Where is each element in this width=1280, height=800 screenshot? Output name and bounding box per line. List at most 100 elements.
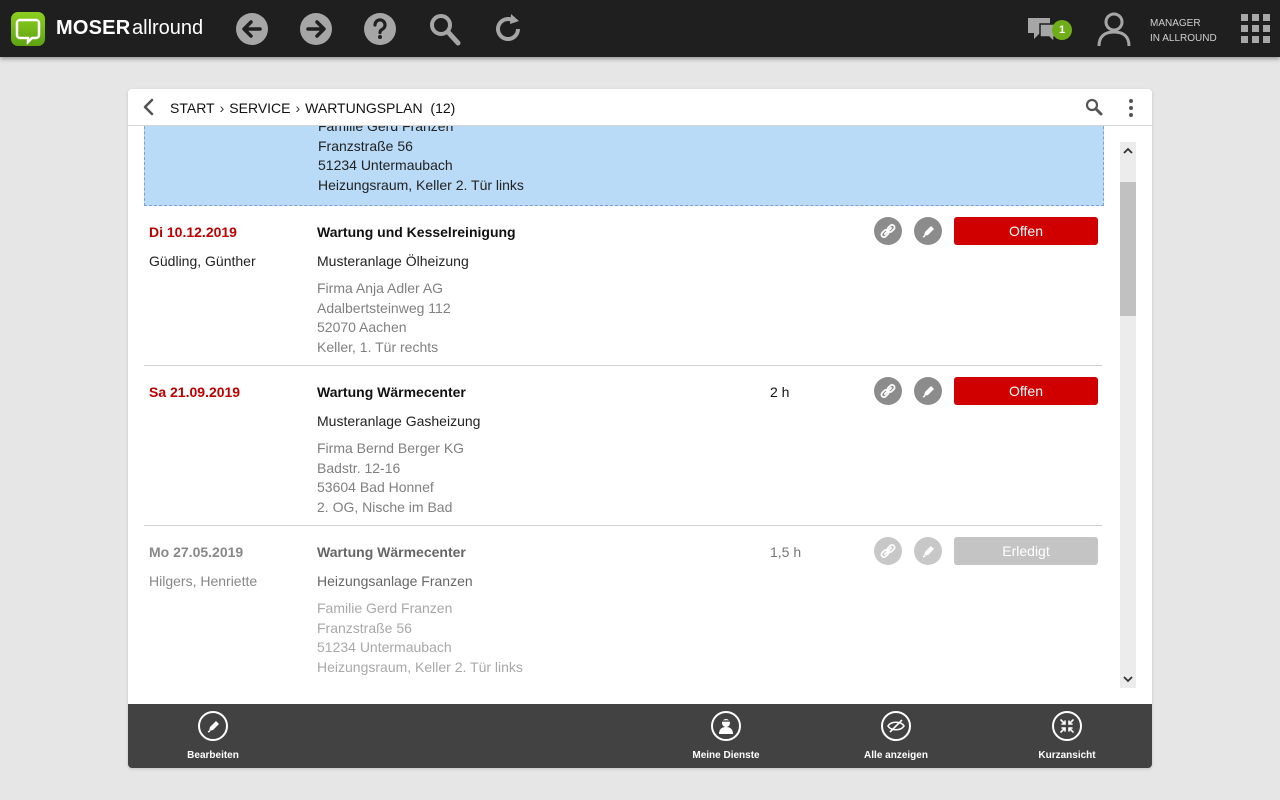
- task-title: Wartung und Kesselreinigung: [317, 224, 516, 240]
- address-line: Franzstraße 56: [317, 620, 412, 636]
- more-vertical-icon: [1129, 99, 1133, 117]
- short-view-button[interactable]: Kurzansicht: [1014, 704, 1124, 768]
- address-line: Heizungsraum, Keller 2. Tür links: [318, 177, 524, 193]
- top-bar: MOSER allround 1 MANAGER IN ALLROUND: [0, 0, 1280, 57]
- list-item[interactable]: Di 10.12.2019 Güdling, Günther Wartung u…: [144, 215, 1102, 366]
- message-count-badge: 1: [1052, 20, 1072, 40]
- refresh-button[interactable]: [491, 12, 525, 46]
- help-button[interactable]: [363, 12, 397, 46]
- user-role-line1: MANAGER: [1150, 18, 1201, 29]
- technician: Güdling, Günther: [149, 253, 256, 269]
- back-icon: [236, 13, 268, 45]
- maintenance-plan-panel: START › SERVICE › WARTUNGSPLAN (12) Familie …: [128, 89, 1152, 768]
- show-all-ring: [881, 711, 911, 741]
- status-button[interactable]: Offen: [954, 377, 1098, 405]
- back-button[interactable]: [235, 12, 269, 46]
- edit-button[interactable]: [914, 537, 942, 565]
- eye-off-icon: [887, 719, 905, 733]
- forward-icon: [300, 13, 332, 45]
- link-icon: [880, 544, 896, 558]
- duration: 2 h: [770, 384, 790, 400]
- user-role-line2: IN ALLROUND: [1150, 33, 1217, 44]
- link-icon: [880, 224, 896, 238]
- product-name: allround: [132, 17, 204, 39]
- item-count: (12): [430, 100, 456, 116]
- panel-more-button[interactable]: [1125, 98, 1137, 118]
- my-services-button[interactable]: Meine Dienste: [673, 704, 783, 768]
- show-all-button[interactable]: Alle anzeigen: [843, 704, 953, 768]
- address-line: Keller, 1. Tür rechts: [317, 339, 439, 355]
- link-button[interactable]: [874, 377, 902, 405]
- edit-toolbar-button[interactable]: Bearbeiten: [160, 704, 270, 768]
- help-icon: [364, 13, 396, 45]
- list-item[interactable]: Sa 21.09.2019 Wartung Wärmecenter Muster…: [144, 375, 1102, 526]
- apps-menu-button[interactable]: [1241, 14, 1271, 44]
- panel-header: START › SERVICE › WARTUNGSPLAN (12): [128, 89, 1152, 126]
- task-title: Wartung Wärmecenter: [317, 544, 466, 560]
- address-line: 53604 Bad Honnef: [317, 479, 434, 495]
- breadcrumb-current: WARTUNGSPLAN: [305, 100, 423, 116]
- address-line: 52070 Aachen: [317, 319, 407, 335]
- address-line: Firma Bernd Berger KG: [317, 440, 465, 456]
- my-services-label: Meine Dienste: [692, 750, 760, 761]
- breadcrumb-start[interactable]: START: [170, 100, 215, 116]
- my-services-ring: [711, 711, 741, 741]
- search-button[interactable]: [427, 12, 461, 46]
- search-icon: [1085, 98, 1103, 116]
- forward-button[interactable]: [299, 12, 333, 46]
- address-line: 2. OG, Nische im Bad: [317, 499, 453, 515]
- breadcrumb-separator: ›: [219, 100, 225, 116]
- chevron-down-icon: [1123, 676, 1133, 683]
- link-button[interactable]: [874, 537, 902, 565]
- address-line: Familie Gerd Franzen: [318, 126, 454, 134]
- search-icon: [430, 14, 461, 46]
- logo-chat-icon: [15, 18, 41, 46]
- bottom-toolbar: Bearbeiten Meine Dienste Alle anzeigen K…: [128, 704, 1152, 768]
- chevron-up-icon: [1123, 147, 1133, 154]
- short-view-label: Kurzansicht: [1038, 750, 1096, 761]
- address-line: Adalbertsteinweg 112: [317, 300, 451, 316]
- address-line: Familie Gerd Franzen: [317, 600, 453, 616]
- technician-icon: [719, 719, 733, 734]
- due-date: Mo 27.05.2019: [149, 544, 244, 560]
- app-logo[interactable]: [11, 12, 45, 46]
- status-button[interactable]: Erledigt: [954, 537, 1098, 565]
- maintenance-list: Familie Gerd Franzen Franzstraße 56 5123…: [128, 126, 1152, 704]
- edit-button[interactable]: [914, 217, 942, 245]
- user-profile-button[interactable]: [1096, 11, 1132, 47]
- pencil-icon: [207, 721, 219, 733]
- duration: 1,5 h: [770, 544, 802, 560]
- panel-search-button[interactable]: [1085, 98, 1103, 116]
- chevron-left-icon: [143, 98, 154, 116]
- short-view-ring: [1052, 711, 1082, 741]
- list-item[interactable]: Mo 27.05.2019 Hilgers, Henriette Wartung…: [144, 535, 1102, 704]
- edit-ring: [198, 711, 228, 741]
- scroll-up-button[interactable]: [1120, 142, 1136, 160]
- due-date: Di 10.12.2019: [149, 224, 237, 240]
- status-button[interactable]: Offen: [954, 217, 1098, 245]
- panel-back-button[interactable]: [140, 98, 158, 116]
- breadcrumb-service[interactable]: SERVICE: [229, 100, 290, 116]
- breadcrumb-separator: ›: [295, 100, 301, 116]
- list-item-selected[interactable]: Familie Gerd Franzen Franzstraße 56 5123…: [144, 126, 1104, 206]
- plant-name: Musteranlage Ölheizung: [317, 253, 469, 269]
- technician: Hilgers, Henriette: [149, 573, 258, 589]
- plant-name: Musteranlage Gasheizung: [317, 413, 481, 429]
- edit-button[interactable]: [914, 377, 942, 405]
- show-all-label: Alle anzeigen: [864, 750, 928, 761]
- plant-name: Heizungsanlage Franzen: [317, 573, 473, 589]
- address-line: Franzstraße 56: [318, 138, 413, 154]
- scrollbar-thumb[interactable]: [1120, 182, 1136, 316]
- edit-label: Bearbeiten: [187, 750, 239, 761]
- address-line: Badstr. 12-16: [317, 460, 401, 476]
- due-date: Sa 21.09.2019: [149, 384, 241, 400]
- user-role: MANAGER IN ALLROUND: [1150, 16, 1217, 46]
- address-line: 51234 Untermaubach: [317, 639, 452, 655]
- link-icon: [880, 384, 896, 398]
- scroll-down-button[interactable]: [1120, 670, 1136, 688]
- address-line: Firma Anja Adler AG: [317, 280, 444, 296]
- link-button[interactable]: [874, 217, 902, 245]
- pencil-icon: [922, 226, 934, 238]
- address-line: Heizungsraum, Keller 2. Tür links: [317, 659, 523, 675]
- pencil-icon: [922, 546, 934, 558]
